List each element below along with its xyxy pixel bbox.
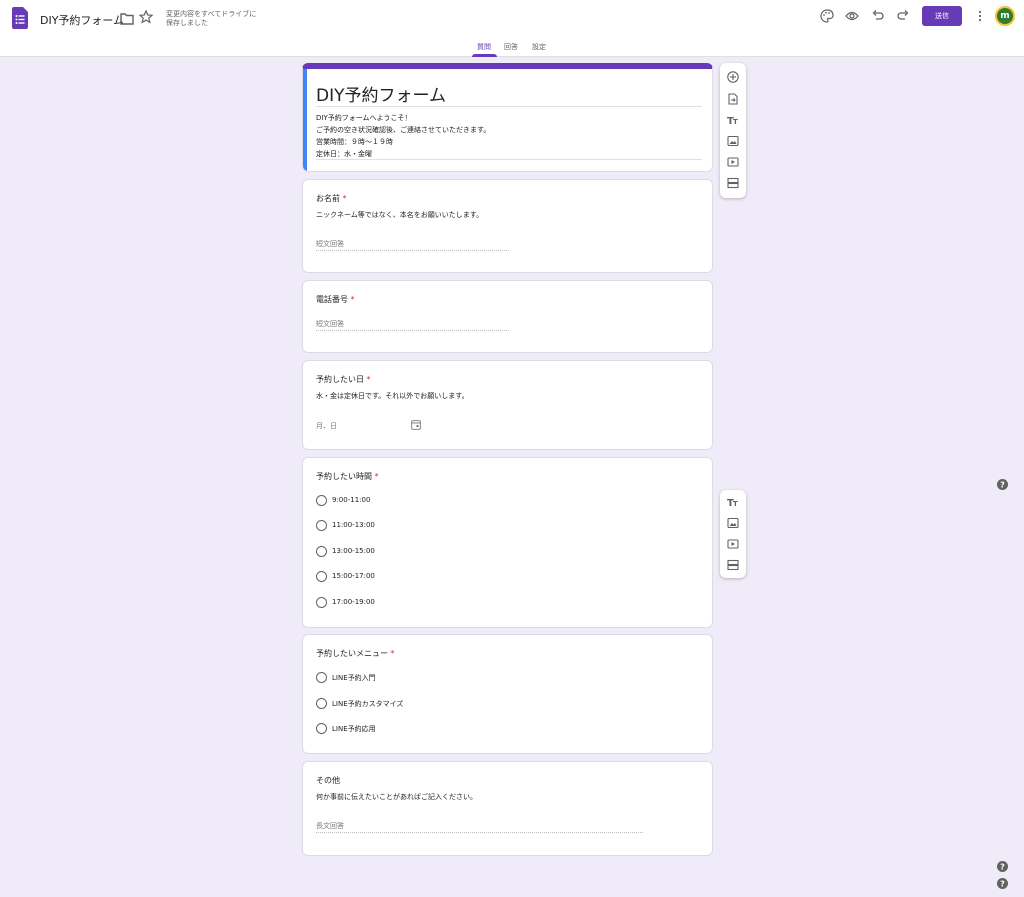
divider [316,106,702,107]
radio-option[interactable]: LINE予約入門 [316,672,456,684]
question-card-menu[interactable]: 予約したいメニュー * LINE予約入門 LINE予約カスタマイズ LINE予約… [302,634,713,754]
question-card-time[interactable]: 予約したい時間 * 9:00-11:00 11:00-13:00 13:00-1… [302,457,713,628]
svg-text:T: T [733,118,738,126]
radio-button[interactable] [316,698,327,709]
question-title: 予約したいメニュー * [316,649,395,658]
add-image-icon[interactable] [727,135,739,147]
help-icon[interactable]: ? [997,878,1008,889]
question-description: ニックネーム等ではなく、本名をお願いいたします。 [316,211,484,219]
send-button[interactable]: 送信 [922,6,962,26]
radio-option[interactable]: 15:00-17:00 [316,571,436,583]
undo-icon[interactable] [871,9,885,23]
question-title: 予約したい時間 * [316,472,379,481]
floating-toolbar-secondary: T T [720,490,746,578]
top-bar: DIY予約フォーム 変更内容をすべてドライブに 保存しました 送信 m 質問 回… [0,0,1024,57]
required-marker: * [390,649,395,658]
long-answer-field: 長文回答 [316,819,643,833]
question-description: 水・金は定休日です。それ以外でお願いします。 [316,392,469,400]
radio-button[interactable] [316,495,327,506]
question-title: 電話番号 * [316,295,355,304]
svg-text:?: ? [1000,879,1005,888]
add-section-icon[interactable] [727,177,739,189]
required-marker: * [350,295,355,304]
palette-icon[interactable] [820,9,834,23]
tab-settings[interactable]: 設定 [532,42,546,52]
required-marker: * [374,472,379,481]
radio-option[interactable]: 9:00-11:00 [316,495,436,507]
question-card-date[interactable]: 予約したい日 * 水・金は定休日です。それ以外でお願いします。 月、日 [302,360,713,450]
question-card-other[interactable]: その他 何か事前に伝えたいことがあればご記入ください。 長文回答 [302,761,713,856]
short-answer-field: 短文回答 [316,237,509,251]
radio-button[interactable] [316,546,327,557]
floating-toolbar: T T [720,63,746,198]
svg-text:T: T [733,500,738,508]
tab-questions[interactable]: 質問 [477,42,491,52]
import-questions-icon[interactable] [727,93,739,105]
short-answer-field: 短文回答 [316,317,509,331]
radio-option[interactable]: 13:00-15:00 [316,546,436,558]
radio-option[interactable]: LINE予約カスタマイズ [316,698,456,710]
tab-responses[interactable]: 回答 [504,42,518,52]
add-video-icon[interactable] [727,156,739,168]
radio-button[interactable] [316,597,327,608]
question-title: その他 [316,776,340,785]
question-card-phone[interactable]: 電話番号 * 短文回答 [302,280,713,353]
question-card-name[interactable]: お名前 * ニックネーム等ではなく、本名をお願いいたします。 短文回答 [302,179,713,273]
add-title-icon[interactable]: T T [727,496,739,508]
divider [316,159,702,160]
form-description[interactable]: DIY予約フォームへようこそ！ ご予約の空き状況確認後、ご連絡させていただきます… [316,112,490,160]
required-marker: * [342,194,347,203]
help-icon[interactable]: ? [997,861,1008,872]
folder-icon[interactable] [120,12,134,25]
question-description: 何か事前に伝えたいことがあればご記入ください。 [316,793,477,801]
avatar[interactable]: m [995,6,1015,26]
date-field: 月、日 [316,422,337,430]
radio-button[interactable] [316,672,327,683]
add-image-icon[interactable] [727,517,739,529]
radio-option[interactable]: LINE予約応用 [316,723,456,735]
question-title: 予約したい日 * [316,375,371,384]
add-title-icon[interactable]: T T [727,114,739,126]
question-title: お名前 * [316,194,347,203]
document-title[interactable]: DIY予約フォーム [40,12,124,28]
radio-button[interactable] [316,520,327,531]
focus-indicator [303,69,307,171]
active-tab-indicator [472,54,497,57]
help-icon[interactable]: ? [997,479,1008,490]
calendar-icon [411,420,421,430]
svg-text:?: ? [1000,862,1005,871]
more-vert-icon[interactable] [976,9,984,23]
forms-logo-icon[interactable] [12,7,28,29]
form-title-card[interactable]: DIY予約フォーム DIY予約フォームへようこそ！ ご予約の空き状況確認後、ご連… [302,63,713,172]
radio-button[interactable] [316,723,327,734]
redo-icon[interactable] [896,9,910,23]
radio-option[interactable]: 17:00-19:00 [316,597,436,609]
add-video-icon[interactable] [727,538,739,550]
star-icon[interactable] [139,10,153,24]
form-title[interactable]: DIY予約フォーム [316,81,446,106]
radio-button[interactable] [316,571,327,582]
svg-text:?: ? [1000,480,1005,489]
preview-eye-icon[interactable] [845,9,859,23]
tab-bar: 質問 回答 設定 [0,40,1024,57]
save-status: 変更内容をすべてドライブに 保存しました [166,10,257,27]
radio-option[interactable]: 11:00-13:00 [316,520,436,532]
required-marker: * [366,375,371,384]
add-section-icon[interactable] [727,559,739,571]
add-question-icon[interactable] [727,71,739,83]
